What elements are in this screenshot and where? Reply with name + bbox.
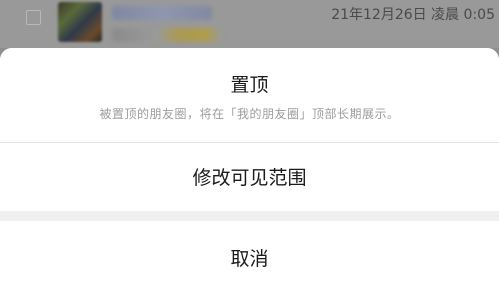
post-timestamp: 21年12月26日 凌晨 0:05 [331, 7, 495, 23]
action-sheet: 置顶 被置顶的朋友圈，将在「我的朋友圈」顶部长期展示。 修改可见范围 取消 [0, 48, 499, 281]
blurred-post-text [112, 28, 222, 42]
post-thumbnail [58, 2, 102, 42]
edit-visibility-button[interactable]: 修改可见范围 [0, 143, 499, 211]
pin-to-top-button[interactable]: 置顶 被置顶的朋友圈，将在「我的朋友圈」顶部长期展示。 [0, 48, 499, 142]
screen: 21年12月26日 凌晨 0:05 置顶 被置顶的朋友圈，将在「我的朋友圈」顶部… [0, 0, 499, 281]
pin-to-top-description: 被置顶的朋友圈，将在「我的朋友圈」顶部长期展示。 [99, 107, 400, 121]
blurred-username [112, 6, 212, 20]
checkbox-icon [26, 10, 41, 25]
section-gap [0, 211, 499, 221]
edit-visibility-label: 修改可见范围 [192, 167, 307, 189]
cancel-label: 取消 [230, 248, 269, 270]
cancel-button[interactable]: 取消 [0, 221, 499, 281]
moments-list-row: 21年12月26日 凌晨 0:05 [0, 0, 499, 48]
pin-to-top-label: 置顶 [230, 74, 269, 96]
